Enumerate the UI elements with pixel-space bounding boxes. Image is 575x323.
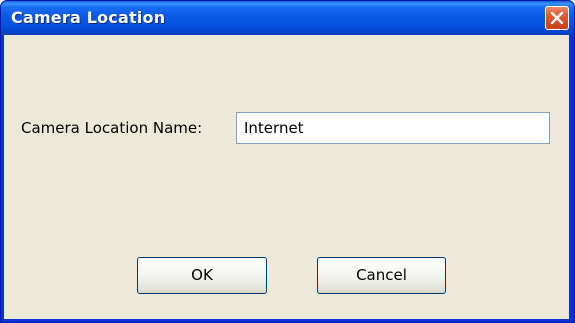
cancel-button-label: Cancel	[356, 266, 407, 284]
camera-location-name-input[interactable]	[236, 112, 550, 144]
title-bar[interactable]: Camera Location	[1, 1, 574, 35]
dialog-body: Camera Location Name: OK Cancel	[4, 35, 569, 319]
cancel-button[interactable]: Cancel	[317, 257, 446, 294]
window-title: Camera Location	[11, 8, 166, 27]
close-button[interactable]	[545, 6, 569, 30]
camera-location-dialog: Camera Location Camera Location Name: OK…	[0, 0, 575, 323]
close-icon	[551, 12, 563, 24]
ok-button-label: OK	[191, 266, 213, 284]
ok-button[interactable]: OK	[137, 257, 267, 294]
camera-location-name-label: Camera Location Name:	[21, 119, 203, 137]
